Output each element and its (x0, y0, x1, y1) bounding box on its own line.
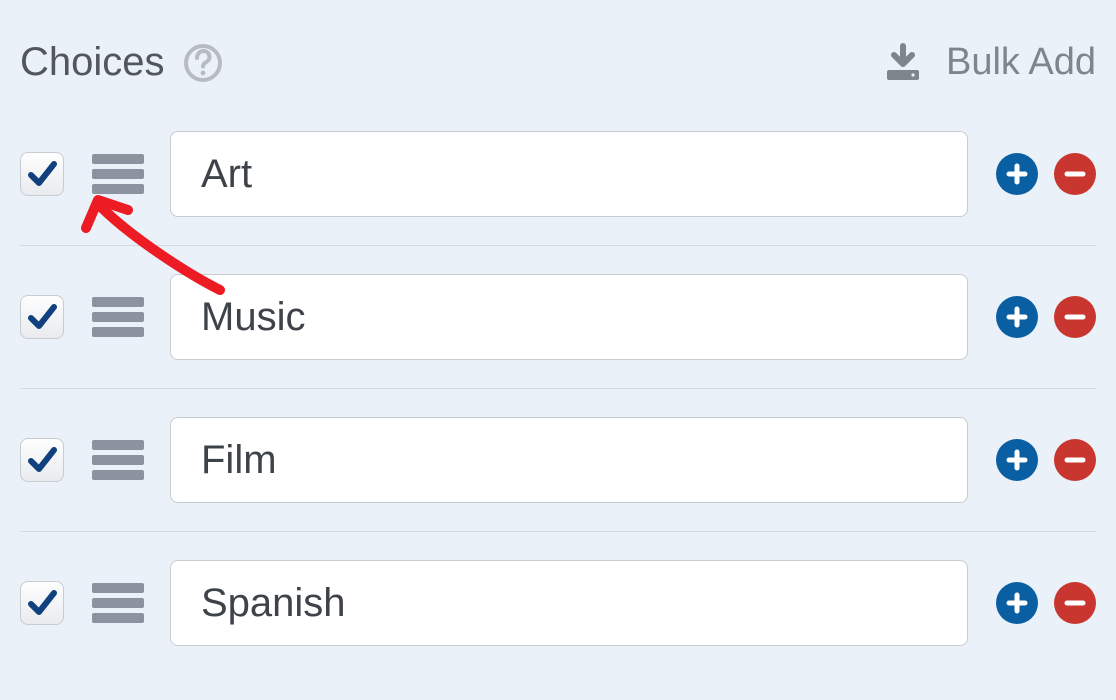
default-checkbox[interactable] (20, 581, 64, 625)
bulk-add-label: Bulk Add (946, 41, 1096, 84)
drag-handle-icon[interactable] (92, 154, 144, 194)
choice-row (20, 389, 1096, 532)
choices-title: Choices (20, 40, 165, 85)
download-icon (882, 42, 924, 84)
choices-header: Choices Bulk Add (20, 40, 1096, 85)
remove-choice-button[interactable] (1054, 439, 1096, 481)
header-left: Choices (20, 40, 223, 85)
add-choice-button[interactable] (996, 153, 1038, 195)
row-actions (996, 439, 1096, 481)
add-choice-button[interactable] (996, 582, 1038, 624)
drag-handle-icon[interactable] (92, 583, 144, 623)
remove-choice-button[interactable] (1054, 296, 1096, 338)
choice-input[interactable] (170, 274, 968, 360)
choice-row (20, 246, 1096, 389)
choices-panel: Choices Bulk Add (0, 0, 1116, 646)
default-checkbox[interactable] (20, 438, 64, 482)
remove-choice-button[interactable] (1054, 582, 1096, 624)
bulk-add-button[interactable]: Bulk Add (882, 41, 1096, 84)
drag-handle-icon[interactable] (92, 440, 144, 480)
choice-row (20, 125, 1096, 246)
row-actions (996, 582, 1096, 624)
add-choice-button[interactable] (996, 439, 1038, 481)
help-icon[interactable] (183, 43, 223, 83)
choice-input[interactable] (170, 417, 968, 503)
choice-row (20, 532, 1096, 646)
row-actions (996, 296, 1096, 338)
row-actions (996, 153, 1096, 195)
choice-input[interactable] (170, 131, 968, 217)
choices-list (20, 125, 1096, 646)
remove-choice-button[interactable] (1054, 153, 1096, 195)
choice-input[interactable] (170, 560, 968, 646)
default-checkbox[interactable] (20, 295, 64, 339)
add-choice-button[interactable] (996, 296, 1038, 338)
default-checkbox[interactable] (20, 152, 64, 196)
drag-handle-icon[interactable] (92, 297, 144, 337)
